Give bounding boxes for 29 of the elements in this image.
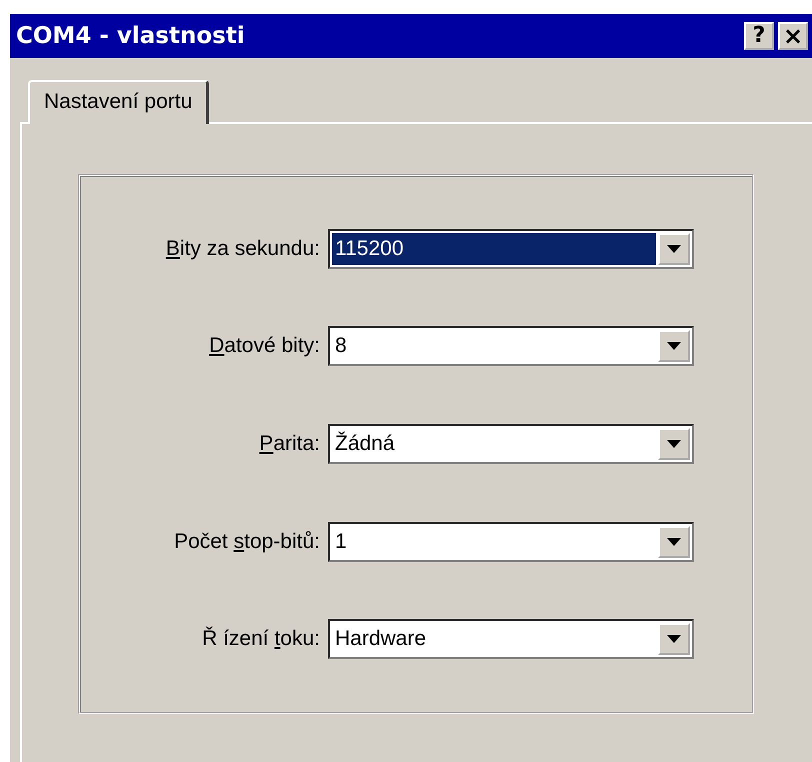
caret-icon xyxy=(667,538,681,546)
close-button[interactable]: × xyxy=(778,22,808,50)
tab[interactable]: Nastavení portu xyxy=(28,80,210,124)
dropdown-value: Hardware xyxy=(334,626,428,652)
field-label: Ř ízení toku: xyxy=(201,627,321,652)
dropdown-value: 1 xyxy=(334,528,348,555)
dropdown-value: 115200 xyxy=(332,232,656,265)
caret-icon xyxy=(667,440,681,448)
help-button[interactable]: ? xyxy=(744,22,774,50)
dropdown-arrow-button[interactable] xyxy=(658,232,690,265)
dropdown[interactable]: 115200 xyxy=(328,228,694,269)
caret-icon xyxy=(667,342,681,350)
dropdown-arrow-button[interactable] xyxy=(658,428,690,460)
dropdown[interactable]: Žádná xyxy=(328,424,694,464)
dropdown-arrow-button[interactable] xyxy=(658,330,690,362)
dropdown-value: 8 xyxy=(334,333,348,360)
field-label: Datové bity: xyxy=(208,334,321,358)
dropdown-arrow-button[interactable] xyxy=(658,526,690,558)
caret-icon xyxy=(667,244,681,253)
dropdown[interactable]: 1 xyxy=(328,522,694,562)
dropdown-arrow-button[interactable] xyxy=(658,623,690,656)
field-label: Parita: xyxy=(258,432,321,456)
dropdown-value: Žádná xyxy=(334,430,396,457)
field-label: Bity za sekundu: xyxy=(164,236,321,261)
field-label: Počet stop-bitů: xyxy=(173,530,321,554)
dropdown[interactable]: 8 xyxy=(328,326,694,366)
window-title: COM4 - vlastnosti xyxy=(16,23,246,49)
caret-icon xyxy=(667,635,681,644)
dropdown[interactable]: Hardware xyxy=(328,619,694,660)
